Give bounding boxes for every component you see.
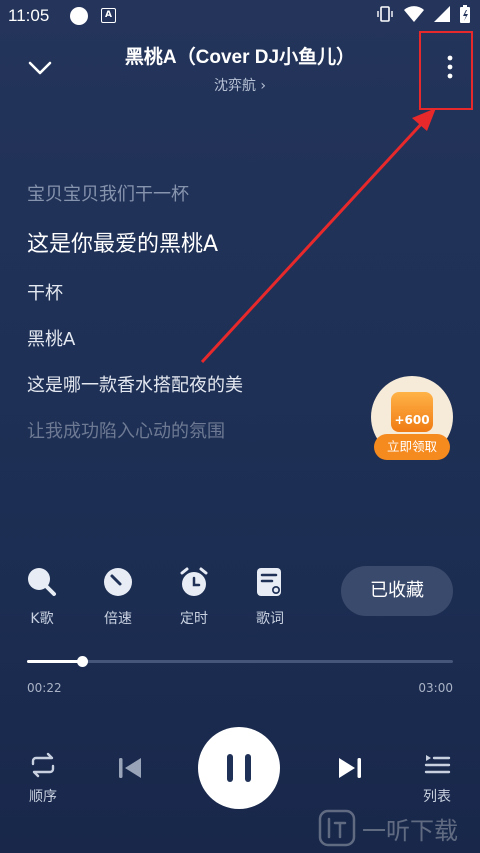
timer-label: 定时	[180, 611, 208, 627]
playlist-label: 列表	[423, 789, 451, 805]
current-time: 00:22	[27, 681, 62, 695]
highlight-box	[419, 31, 473, 110]
lyric-line-current[interactable]: 这是你最爱的黑桃A	[27, 226, 218, 258]
skip-previous-icon[interactable]	[116, 753, 144, 783]
speed-label: 倍速	[104, 611, 132, 627]
play-order-button[interactable]: 顺序	[20, 752, 66, 806]
status-icons	[376, 5, 470, 23]
progress-fill	[27, 660, 82, 663]
signal-icon	[434, 6, 450, 22]
wifi-icon	[404, 6, 424, 22]
k-song-label: K歌	[30, 611, 54, 627]
pause-button[interactable]	[198, 727, 280, 809]
app-notification-icon: A	[101, 8, 116, 23]
lyric-line[interactable]: 黑桃A	[27, 325, 75, 351]
total-time: 03:00	[418, 681, 453, 695]
favorite-button[interactable]: 已收藏	[341, 566, 453, 616]
timer-button[interactable]: 定时	[169, 566, 219, 628]
reward-widget[interactable]: +600 立即领取	[371, 376, 453, 462]
microphone-icon	[28, 568, 56, 596]
watermark-logo-icon	[318, 809, 356, 847]
playlist-button[interactable]: 列表	[414, 752, 460, 806]
notification-dot-icon	[70, 7, 88, 25]
pause-icon	[227, 754, 251, 782]
claim-reward-button[interactable]: 立即领取	[374, 434, 450, 460]
progress-track[interactable]	[27, 660, 453, 663]
lyrics-button[interactable]: 歌词	[245, 566, 295, 628]
lyric-line[interactable]: 让我成功陷入心动的氛围	[27, 417, 225, 443]
battery-icon	[460, 5, 470, 23]
artist-link[interactable]: 沈弈航 ›	[0, 75, 480, 95]
song-title: 黑桃A（Cover DJ小鱼儿）	[124, 47, 356, 68]
k-song-button[interactable]: K歌	[17, 566, 67, 628]
reward-amount: +600	[394, 413, 430, 427]
lyric-line[interactable]: 这是哪一款香水搭配夜的美	[27, 371, 243, 397]
watermark: 一听下载	[318, 808, 478, 848]
lyric-line[interactable]: 宝贝宝贝我们干一杯	[27, 180, 189, 206]
status-time: 11:05	[8, 6, 50, 25]
repeat-icon	[31, 752, 55, 778]
speed-dial-icon	[104, 568, 132, 596]
lyrics-note-icon	[257, 568, 281, 596]
vibrate-icon	[377, 6, 393, 22]
watermark-text: 一听下载	[362, 817, 458, 845]
speed-button[interactable]: 倍速	[93, 566, 143, 628]
lyric-line[interactable]: 干杯	[27, 279, 63, 305]
skip-next-icon[interactable]	[336, 753, 364, 783]
playlist-icon	[424, 755, 451, 774]
lyrics-label: 歌词	[256, 611, 284, 627]
progress-thumb[interactable]	[77, 656, 88, 667]
alarm-clock-icon	[180, 567, 208, 596]
play-order-label: 顺序	[29, 789, 57, 805]
